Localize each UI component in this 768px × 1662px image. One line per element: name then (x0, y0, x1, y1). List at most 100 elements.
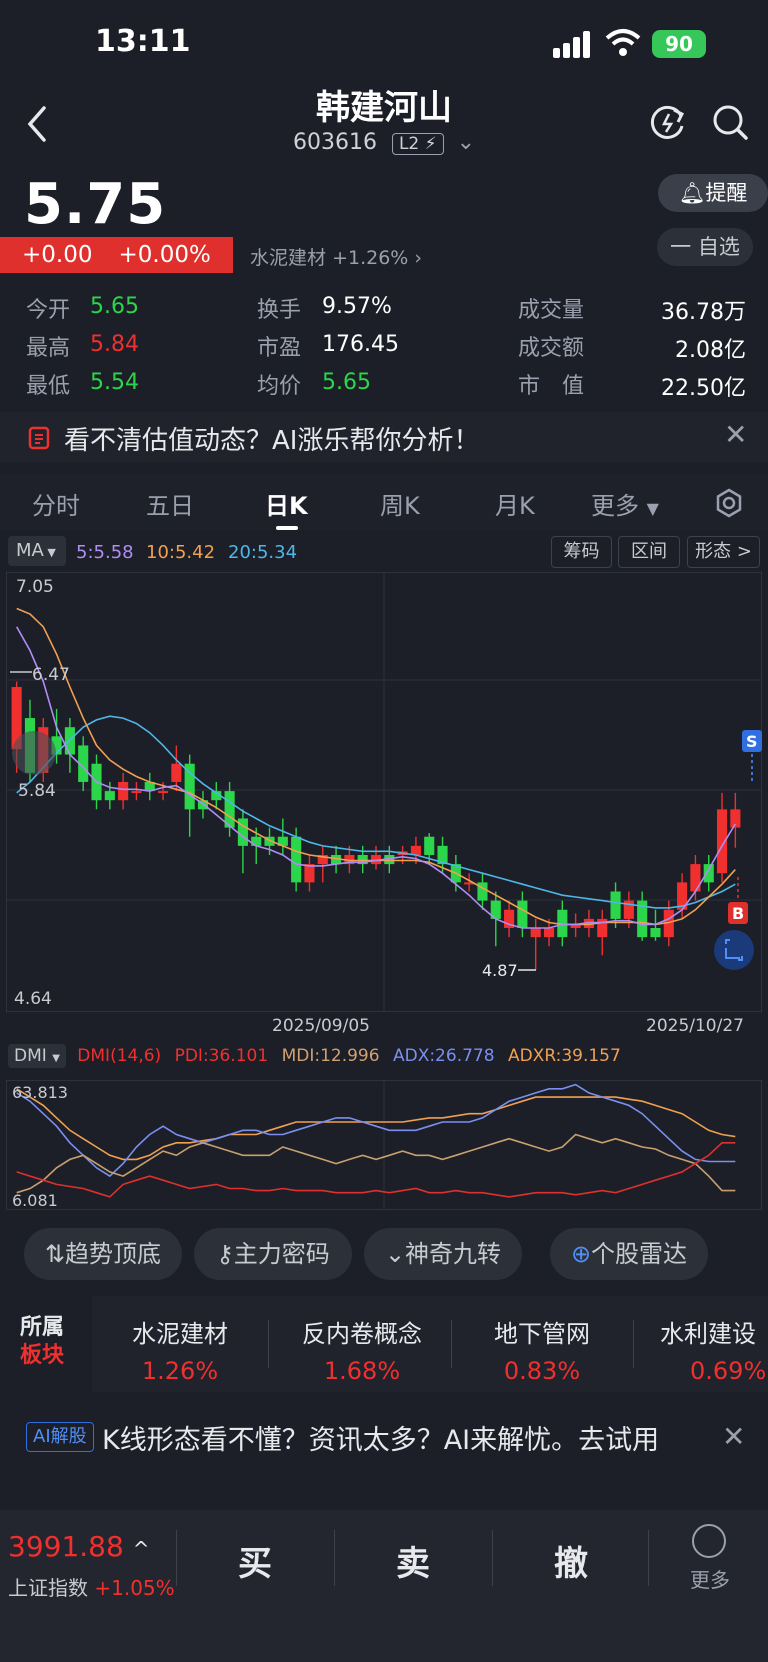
amount-value: 2.08亿 (675, 338, 746, 363)
candle-body (543, 928, 555, 938)
price-change-pct: +0.00% (118, 242, 211, 268)
buy-signal-text: B (732, 904, 744, 923)
ai-stock-analysis-row[interactable]: AI解股 K线形态看不懂？资讯太多？AI来解忧。去试用 ✕ (0, 1410, 768, 1466)
battery-indicator: 90 (652, 30, 706, 58)
candle-body (171, 763, 182, 782)
settings-icon[interactable] (714, 488, 744, 518)
chip-distribution-button[interactable]: 筹码 (551, 536, 612, 568)
more-icon[interactable] (692, 1524, 726, 1558)
sell-signal-text: S (746, 732, 758, 751)
alert-button[interactable]: 🔔︎提醒 (658, 174, 768, 212)
low-marker-label: 4.87 (482, 961, 518, 980)
tab-five-day[interactable]: 五日 (146, 486, 194, 521)
close-icon[interactable]: ✕ (724, 418, 747, 451)
caret-up-icon: ^ (132, 1537, 150, 1561)
search-icon[interactable] (710, 102, 750, 142)
y-axis-bottom-label: 4.64 (14, 989, 52, 1009)
dmi-legend-row: DMI ▼ DMI(14,6) PDI:36.101 MDI:12.996 AD… (8, 1044, 768, 1076)
pattern-button[interactable]: 形态 > (687, 536, 760, 568)
ma5-value: 5:5.58 (76, 542, 134, 563)
avg-value: 5.65 (322, 370, 371, 395)
candle-body (304, 864, 315, 883)
sector-card[interactable]: 水利建设 0.69% (660, 1304, 768, 1388)
candle-body (104, 791, 115, 801)
tab-intraday[interactable]: 分时 (32, 486, 80, 521)
current-price: 5.75 (24, 172, 167, 237)
pe-value: 176.45 (322, 332, 399, 357)
tab-daily-k[interactable]: 日K (265, 486, 308, 521)
stock-radar-button[interactable]: ⊕个股雷达 (550, 1228, 708, 1280)
trend-top-bottom-button[interactable]: ⇅趋势顶底 (24, 1228, 182, 1280)
candle-body (703, 864, 714, 883)
index-value[interactable]: 3991.88 ^ (8, 1530, 149, 1563)
cancel-order-button[interactable]: 撤 (554, 1536, 588, 1585)
tab-weekly-k[interactable]: 周K (380, 486, 420, 521)
candle-body (291, 836, 302, 883)
ma10-value: 10:5.42 (146, 542, 216, 563)
magic-nine-button[interactable]: ⌄神奇九转 (364, 1228, 522, 1280)
adxr-line (16, 1088, 736, 1161)
ma20-value: 20:5.34 (228, 542, 298, 563)
y-axis-mid-label: 5.84 (18, 781, 56, 801)
tab-more[interactable]: 更多 ▼ (591, 486, 659, 521)
y-axis-top-label: 7.05 (16, 577, 54, 597)
chevron-down-icon: ⌄ (456, 130, 476, 155)
mdi-value: MDI:12.996 (281, 1046, 380, 1066)
low-value: 5.54 (90, 370, 139, 395)
sector-link[interactable]: 水泥建材 +1.26% › (250, 243, 422, 270)
amount-label: 成交额 (518, 336, 585, 361)
key-icon: ⚷ (216, 1240, 234, 1268)
radar-icon: ⊕ (570, 1240, 592, 1268)
refresh-icon[interactable] (648, 102, 688, 142)
add-watchlist-button[interactable]: 一 自选 (657, 228, 753, 266)
dmi-selector[interactable]: DMI ▼ (8, 1044, 66, 1068)
document-icon (28, 426, 50, 450)
dmi-params: DMI(14,6) (77, 1046, 162, 1066)
close-icon[interactable]: ✕ (722, 1420, 745, 1453)
ai-valuation-banner[interactable]: 看不清估值动态？AI涨乐帮你分析！ ✕ (0, 412, 768, 462)
price-change: +0.00 (22, 242, 93, 268)
main-force-code-button[interactable]: ⚷主力密码 (194, 1228, 352, 1280)
dmi-y-bottom-label: 6.081 (12, 1191, 58, 1210)
caret-down-icon: ▼ (43, 546, 56, 559)
mcap-label: 市 值 (518, 374, 585, 399)
sector-card[interactable]: 水泥建材 1.26% (100, 1304, 260, 1388)
open-value: 5.65 (90, 294, 139, 319)
ma20-line (16, 715, 736, 909)
more-label[interactable]: 更多 (690, 1564, 730, 1593)
wifi-icon (605, 29, 641, 56)
avg-label: 均价 (257, 374, 302, 399)
caret-down-icon: ▼ (52, 1053, 60, 1064)
sector-card[interactable]: 反内卷概念 1.68% (282, 1304, 442, 1388)
related-sectors: 所属 板块 水泥建材 1.26% 反内卷概念 1.68% 地下管网 0.83% 水利建… (0, 1296, 768, 1392)
crosshair-dot[interactable] (12, 731, 56, 775)
candle-body (251, 836, 262, 846)
candle-body (650, 928, 661, 938)
level2-badge: L2 ⚡ (391, 133, 444, 155)
sector-card[interactable]: 地下管网 0.83% (462, 1304, 622, 1388)
caret-down-icon: ▼ (646, 499, 659, 518)
tab-monthly-k[interactable]: 月K (495, 486, 535, 521)
up-down-arrows-icon: ⇅ (44, 1240, 66, 1268)
buy-button[interactable]: 买 (238, 1536, 272, 1585)
high-label: 最高 (26, 336, 71, 361)
bottom-tabs-peek (0, 1490, 768, 1510)
candle-body (610, 891, 621, 919)
range-button[interactable]: 区间 (618, 536, 680, 568)
sell-button[interactable]: 卖 (396, 1536, 430, 1585)
dmi-chart[interactable]: 63.813 6.081 (6, 1080, 762, 1210)
date-right-label: 2025/10/27 (646, 1016, 744, 1036)
candle-body (184, 763, 195, 810)
ma-selector[interactable]: MA ▼ (8, 536, 66, 566)
high-value: 5.84 (90, 332, 139, 357)
period-tabs: 分时 五日 日K 周K 月K 更多 ▼ (0, 474, 768, 530)
candle-body (530, 928, 541, 938)
candle-body (517, 900, 528, 929)
ai-tag: AI解股 (26, 1422, 94, 1452)
open-label: 今开 (26, 298, 71, 323)
fullscreen-button[interactable] (714, 930, 754, 970)
ma5-line (16, 626, 736, 929)
kline-chart[interactable]: 7.05 6.47 5.84 4.64 4.87 S B (6, 572, 762, 1012)
index-change: +1.05% (94, 1576, 175, 1600)
adxr-value: ADXR:39.157 (507, 1046, 621, 1066)
